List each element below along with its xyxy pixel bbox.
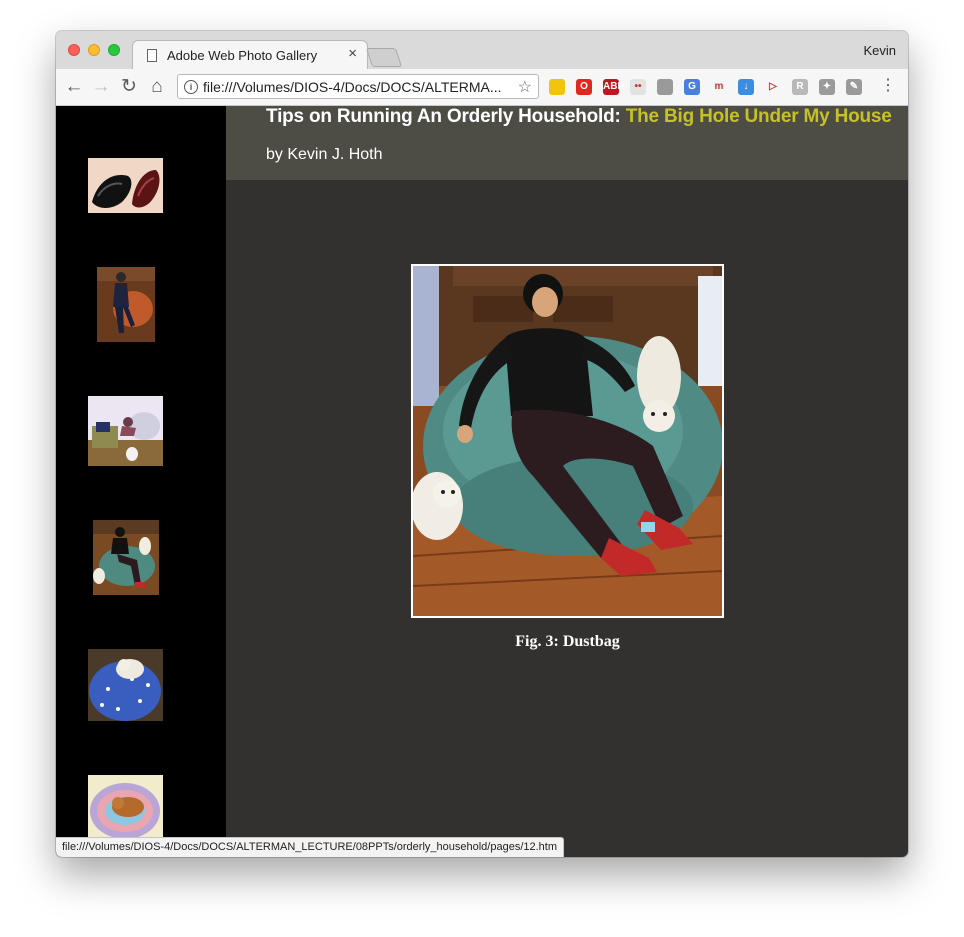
window-close-button[interactable] — [68, 44, 80, 56]
reload-icon[interactable]: ↻ — [118, 76, 140, 98]
glasses-extension-icon[interactable] — [549, 79, 565, 95]
tab-title: Adobe Web Photo Gallery — [167, 48, 318, 63]
wrench-extension-icon[interactable]: ✎ — [846, 79, 862, 95]
profile-name[interactable]: Kevin — [863, 43, 896, 58]
info-icon[interactable]: i — [184, 80, 198, 94]
bookmark-star-icon[interactable]: ☆ — [518, 77, 532, 97]
new-tab-button[interactable] — [365, 48, 403, 67]
thumb-person-beanbag[interactable] — [97, 267, 155, 342]
main-photo-image — [413, 266, 722, 616]
browser-window: Adobe Web Photo Gallery × Kevin ← → ↻ ⌂ … — [56, 31, 908, 857]
download-extension-icon[interactable]: ↓ — [738, 79, 754, 95]
flickr-extension-icon[interactable]: •• — [630, 79, 646, 95]
window-maximize-button[interactable] — [108, 44, 120, 56]
page-content: Tips on Running An Orderly Household: Th… — [56, 106, 908, 857]
thumb-shoes[interactable] — [88, 158, 163, 213]
page-header: Tips on Running An Orderly Household: Th… — [226, 106, 908, 180]
thumb-dog-room[interactable] — [88, 396, 163, 466]
page-title-main: Tips on Running An Orderly Household: — [266, 106, 626, 127]
back-arrow-icon[interactable]: ← — [63, 76, 85, 98]
address-url[interactable]: file:///Volumes/DIOS-4/Docs/DOCS/ALTERMA… — [203, 79, 501, 95]
document-icon — [147, 49, 157, 62]
m-extension-icon[interactable]: m — [711, 79, 727, 95]
drive-extension-icon[interactable] — [657, 79, 673, 95]
byline: by Kevin J. Hoth — [266, 146, 383, 163]
r-extension-icon[interactable]: R — [792, 79, 808, 95]
browser-toolbar: ← → ↻ ⌂ i file:///Volumes/DIOS-4/Docs/DO… — [56, 69, 908, 106]
translate-extension-icon[interactable]: G — [684, 79, 700, 95]
thumb-dog-blue-bag[interactable] — [88, 649, 163, 721]
photo-caption: Fig. 3: Dustbag — [515, 633, 620, 650]
opera-extension-icon[interactable]: O — [576, 79, 592, 95]
home-icon[interactable]: ⌂ — [146, 76, 168, 98]
adblock-extension-icon[interactable]: ABP — [603, 79, 624, 95]
thumb-dog-bed[interactable] — [88, 775, 163, 841]
tab-active[interactable]: Adobe Web Photo Gallery × — [132, 40, 368, 69]
thumbnail-sidebar — [56, 106, 226, 857]
status-bar: file:///Volumes/DIOS-4/Docs/DOCS/ALTERMA… — [56, 837, 564, 857]
menu-dots-icon[interactable]: ⋮ — [880, 77, 896, 95]
thumb-dustbag[interactable] — [93, 520, 159, 595]
tab-strip: Adobe Web Photo Gallery × Kevin — [56, 31, 908, 69]
satellite-extension-icon[interactable]: ✦ — [819, 79, 835, 95]
window-minimize-button[interactable] — [88, 44, 100, 56]
main-photo[interactable] — [411, 264, 724, 618]
page-title-sub: The Big Hole Under My House — [625, 106, 892, 127]
address-bar[interactable]: i file:///Volumes/DIOS-4/Docs/DOCS/ALTER… — [177, 74, 539, 99]
arrow-extension-icon[interactable]: ▷ — [765, 79, 781, 95]
forward-arrow-icon[interactable]: → — [90, 76, 112, 98]
page-title: Tips on Running An Orderly Household: Th… — [266, 106, 892, 128]
tab-close-button[interactable]: × — [348, 45, 357, 62]
